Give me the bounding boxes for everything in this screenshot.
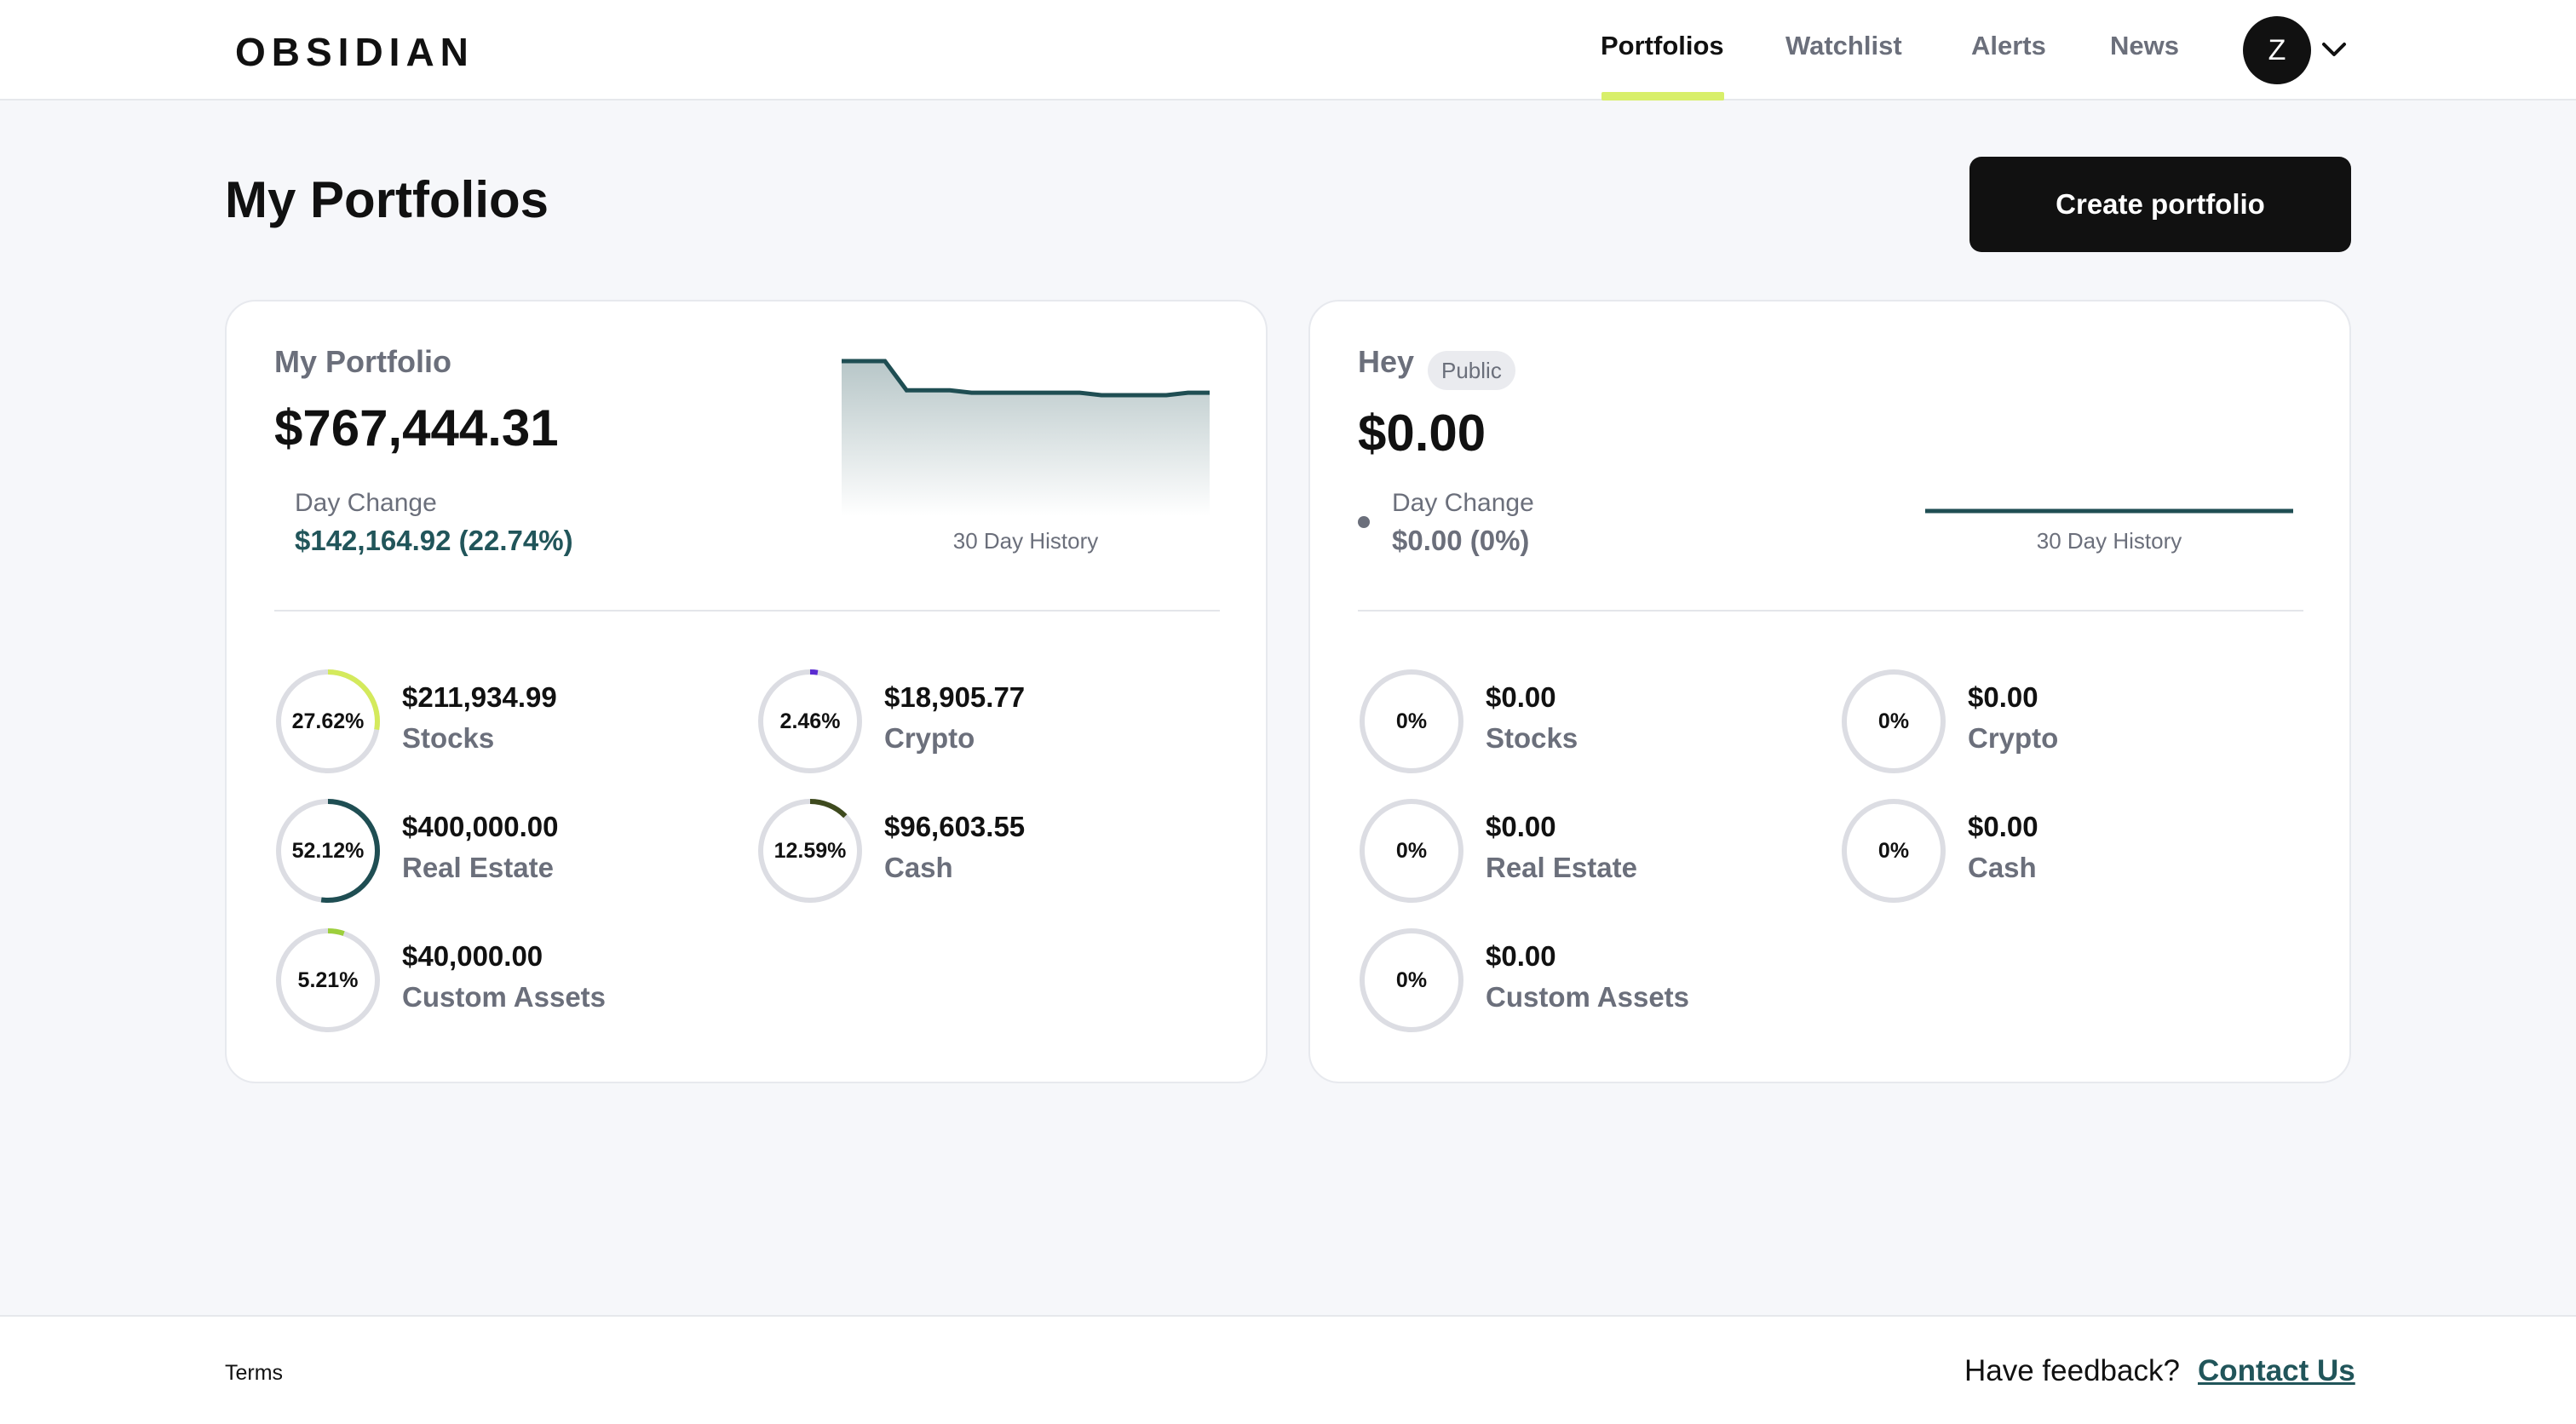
portfolio-value: $767,444.31: [274, 399, 559, 456]
footer: Terms Have feedback? Contact Us: [0, 1315, 2576, 1424]
asset-item-cash: 0% $0.00 Cash: [1840, 797, 2266, 904]
history-sparkline: [1925, 508, 2293, 514]
allocation-percent: 27.62%: [291, 709, 365, 733]
asset-label: Custom Assets: [402, 981, 607, 1013]
asset-label: Crypto: [1968, 722, 2059, 754]
asset-amount: $40,000.00: [402, 940, 543, 972]
asset-amount: $0.00: [1486, 940, 1556, 972]
active-tab-underline: [1601, 92, 1724, 100]
nav-news[interactable]: News: [2110, 31, 2179, 61]
asset-amount: $0.00: [1968, 811, 2038, 842]
asset-item-crypto: 2.46% $18,905.77 Crypto: [756, 668, 1182, 775]
asset-amount: $0.00: [1486, 681, 1556, 713]
asset-amount: $400,000.00: [402, 811, 559, 842]
status-dot: [1358, 516, 1370, 528]
asset-label: Cash: [1968, 852, 2037, 883]
portfolio-card[interactable]: My Portfolio $767,444.31 Day Change $142…: [225, 300, 1268, 1083]
asset-label: Stocks: [1486, 722, 1578, 754]
asset-amount: $0.00: [1968, 681, 2038, 713]
top-nav-bar: OBSIDIAN Portfolios Watchlist Alerts New…: [0, 0, 2576, 100]
chevron-down-icon[interactable]: [2320, 36, 2348, 63]
asset-item-custom-assets: 0% $0.00 Custom Assets: [1358, 927, 1784, 1034]
allocation-percent: 0%: [1395, 709, 1428, 733]
allocation-percent: 52.12%: [291, 838, 365, 863]
obsidian-logo[interactable]: OBSIDIAN: [235, 29, 474, 75]
public-badge: Public: [1428, 351, 1515, 390]
day-change-label: Day Change: [1392, 489, 1534, 517]
asset-item-real-estate: 0% $0.00 Real Estate: [1358, 797, 1784, 904]
allocation-percent: 0%: [1877, 709, 1910, 733]
terms-link[interactable]: Terms: [225, 1361, 283, 1386]
history-sparkline: [842, 359, 1210, 516]
asset-item-custom-assets: 5.21% $40,000.00 Custom Assets: [274, 927, 700, 1034]
asset-label: Cash: [884, 852, 953, 883]
asset-item-crypto: 0% $0.00 Crypto: [1840, 668, 2266, 775]
day-change-value: $0.00 (0%): [1392, 525, 1530, 556]
asset-amount: $18,905.77: [884, 681, 1026, 713]
nav-alerts[interactable]: Alerts: [1971, 31, 2046, 61]
portfolio-value: $0.00: [1358, 405, 1486, 462]
asset-label: Real Estate: [402, 852, 554, 883]
sparkline-area: [842, 361, 1210, 516]
asset-item-stocks: 27.62% $211,934.99 Stocks: [274, 668, 700, 775]
asset-label: Stocks: [402, 722, 495, 754]
card-divider: [274, 610, 1220, 612]
allocation-percent: 2.46%: [779, 709, 841, 733]
day-change-value: $142,164.92 (22.74%): [295, 525, 573, 556]
portfolio-name: Hey: [1358, 344, 1415, 379]
history-label: 30 Day History: [2036, 528, 2182, 554]
allocation-percent: 0%: [1877, 838, 1910, 863]
allocation-percent: 0%: [1395, 968, 1428, 992]
asset-item-real-estate: 52.12% $400,000.00 Real Estate: [274, 797, 700, 904]
allocation-percent: 5.21%: [297, 968, 359, 992]
asset-amount: $0.00: [1486, 811, 1556, 842]
day-change-label: Day Change: [295, 489, 437, 517]
nav-watchlist[interactable]: Watchlist: [1785, 31, 1902, 61]
asset-amount: $96,603.55: [884, 811, 1026, 842]
page-title: My Portfolios: [225, 171, 549, 228]
portfolio-name: My Portfolio: [274, 344, 451, 379]
asset-item-stocks: 0% $0.00 Stocks: [1358, 668, 1784, 775]
feedback-text: Have feedback?: [1964, 1354, 2180, 1387]
contact-us-link[interactable]: Contact Us: [2198, 1354, 2355, 1388]
card-divider: [1358, 610, 2303, 612]
allocation-percent: 0%: [1395, 838, 1428, 863]
asset-label: Real Estate: [1486, 852, 1637, 883]
history-label: 30 Day History: [952, 528, 1099, 554]
asset-label: Custom Assets: [1486, 981, 1690, 1013]
asset-item-cash: 12.59% $96,603.55 Cash: [756, 797, 1182, 904]
asset-amount: $211,934.99: [402, 681, 557, 713]
portfolio-card[interactable]: Hey Public $0.00 Day Change $0.00 (0%) 3…: [1308, 300, 2351, 1083]
user-avatar[interactable]: Z: [2243, 16, 2311, 84]
asset-label: Crypto: [884, 722, 975, 754]
create-portfolio-button[interactable]: Create portfolio: [1969, 157, 2351, 252]
allocation-percent: 12.59%: [773, 838, 847, 863]
nav-portfolios[interactable]: Portfolios: [1601, 31, 1724, 61]
